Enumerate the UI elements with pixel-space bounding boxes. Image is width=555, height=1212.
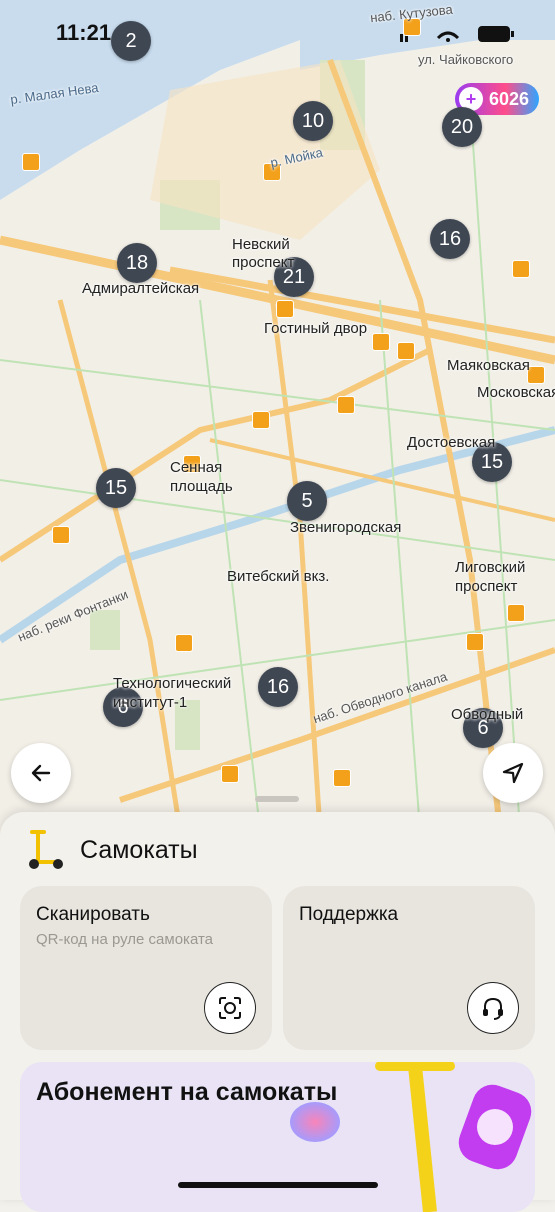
scooter-pin[interactable] [466,633,484,651]
scooter-pin[interactable] [333,769,351,787]
headset-icon [483,997,503,1020]
scan-title: Сканировать [36,904,150,925]
status-time: 11:21 [56,20,112,45]
label-moskovskaya: Московская [477,384,555,401]
support-title: Поддержка [299,904,399,925]
scooter-pin[interactable] [512,260,530,278]
scooter-pin[interactable] [397,342,415,360]
label-tekhnolog: Технологический институт-1 [113,675,232,711]
scan-icon [219,997,241,1019]
navigation-arrow-icon [502,762,524,784]
label-admiralteyskaya: Адмиралтейская [82,280,200,297]
home-indicator [178,1182,378,1188]
label-zvenigorodskaya: Звенигородская [290,519,402,536]
scooter-cluster[interactable]: 20 [442,107,482,147]
scooter-pin[interactable] [22,153,40,171]
scooter-pin[interactable] [175,634,193,652]
label-chaikovskogo: ул. Чайковского [418,52,514,67]
support-button[interactable] [467,982,519,1034]
scan-button[interactable] [204,982,256,1034]
subscription-promo-card[interactable]: Абонемент на самокаты [20,1062,535,1212]
promo-illustration [375,1062,532,1212]
label-gostiny: Гостиный двор [264,320,368,337]
scooter-pin[interactable] [507,604,525,622]
label-mayakovskaya: Маяковская [447,357,530,374]
scooter-cluster[interactable]: 2 [111,21,151,61]
scooter-cluster[interactable]: 16 [430,219,470,259]
map[interactable]: 11:21 + 6026 2 10 20 18 21 16 15 5 15 6 … [0,0,555,830]
label-dostoevskaya: Достоевская [407,434,496,451]
support-card[interactable]: Поддержка [283,886,535,1050]
scooter-pin[interactable] [337,396,355,414]
sheet-grabber[interactable] [255,796,299,802]
scan-card[interactable]: Сканировать QR-код на руле самоката [20,886,272,1050]
label-ligovsky: Лиговский проспект [455,559,526,595]
scooter-cluster[interactable]: 15 [96,468,136,508]
back-arrow-icon [31,764,51,782]
label-sennaya: Сенная площадь [170,459,233,495]
locate-me-button[interactable] [483,743,543,803]
scan-subtitle: QR-код на руле самоката [36,931,214,948]
sheet-title: Самокаты [80,836,198,864]
scooter-cluster[interactable]: 10 [293,101,333,141]
scooter-cluster[interactable]: 5 [287,481,327,521]
label-nevsky: Невский проспект [232,236,295,271]
scooter-pin[interactable] [221,765,239,783]
scooter-icon [29,830,63,869]
scooter-cluster[interactable]: 16 [258,667,298,707]
label-vitebsky: Витебский вкз. [227,568,330,585]
label-obvodny: Обводный [451,706,524,723]
back-button[interactable] [11,743,71,803]
scooter-cluster[interactable]: 18 [117,243,157,283]
scooter-pin[interactable] [52,526,70,544]
promo-blur-decoration [290,1102,340,1142]
scooter-pin[interactable] [252,411,270,429]
scooter-pin[interactable] [372,333,390,351]
scooter-pin[interactable] [276,300,294,318]
promo-title: Абонемент на самокаты [36,1078,338,1106]
plus-points: 6026 [489,88,530,109]
